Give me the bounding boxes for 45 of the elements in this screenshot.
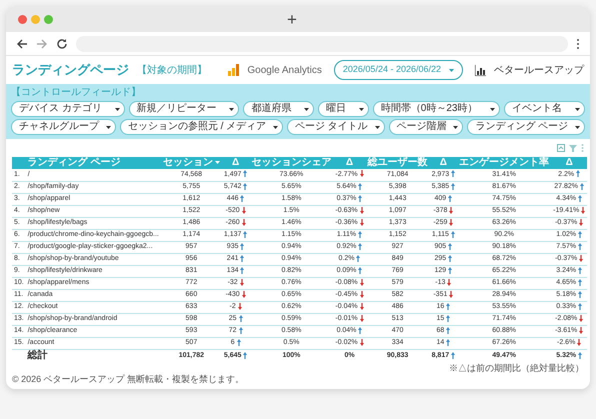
- caret-icon: [304, 108, 310, 110]
- back-icon[interactable]: [16, 38, 28, 50]
- filter-dropdown[interactable]: ページ タイトル: [286, 119, 385, 135]
- filter-dropdown[interactable]: 時間帯（0時～23時）: [372, 101, 500, 117]
- reload-icon[interactable]: [56, 38, 68, 50]
- window-control-dot[interactable]: [44, 14, 53, 24]
- sort-caret-icon[interactable]: [214, 160, 220, 164]
- filter-dropdown[interactable]: 都道府県: [243, 101, 314, 117]
- bar-chart-icon: [475, 64, 486, 76]
- more-icon[interactable]: [581, 144, 584, 152]
- period-label: 【対象の期間】: [137, 64, 207, 78]
- control-field-label: 【コントロールフィールド】: [11, 87, 142, 99]
- page-title: ランディングページ: [12, 61, 129, 80]
- caret-icon: [574, 126, 580, 128]
- filter-dropdown[interactable]: 曜日: [318, 101, 369, 117]
- filter-dropdown[interactable]: チャネルグループ: [11, 119, 116, 135]
- forward-icon[interactable]: [36, 38, 48, 50]
- filter-dropdown[interactable]: ランディング ページ: [467, 119, 585, 135]
- caret-icon: [574, 108, 580, 110]
- caret-icon: [453, 126, 458, 128]
- brand-name: ベタールースアップ: [494, 64, 584, 78]
- filter-dropdown[interactable]: イベント名: [504, 101, 585, 117]
- total-label: 総計: [26, 349, 161, 363]
- caret-icon: [229, 108, 234, 110]
- caret-icon: [272, 126, 278, 128]
- filter-icon[interactable]: [569, 144, 577, 152]
- caret-icon: [490, 108, 496, 110]
- filter-dropdown[interactable]: 新規／リピーター: [128, 101, 240, 117]
- caret-icon: [449, 68, 454, 72]
- analytics-label: Google Analytics: [247, 64, 322, 78]
- export-icon[interactable]: [557, 144, 565, 152]
- window-control-dot[interactable]: [31, 14, 40, 24]
- menu-icon[interactable]: [576, 38, 580, 50]
- caret-icon: [106, 126, 111, 128]
- analytics-logo-icon: [228, 64, 240, 76]
- filter-dropdown[interactable]: セッションの参照元 / メディア: [120, 119, 283, 135]
- comparison-note: ※△は前の期間比（絶対量比較）: [449, 363, 584, 373]
- window-control-dot[interactable]: [18, 14, 27, 24]
- copyright-footer: © 2026 ベタールースアップ 無断転載・複製を禁じます。: [12, 374, 244, 384]
- caret-icon: [114, 108, 120, 110]
- filter-dropdown[interactable]: ページ階層: [388, 119, 464, 135]
- new-tab-button[interactable]: +: [287, 10, 297, 28]
- caret-icon: [374, 126, 380, 128]
- caret-icon: [358, 108, 364, 110]
- filter-dropdown[interactable]: デバイス カテゴリ: [11, 101, 125, 117]
